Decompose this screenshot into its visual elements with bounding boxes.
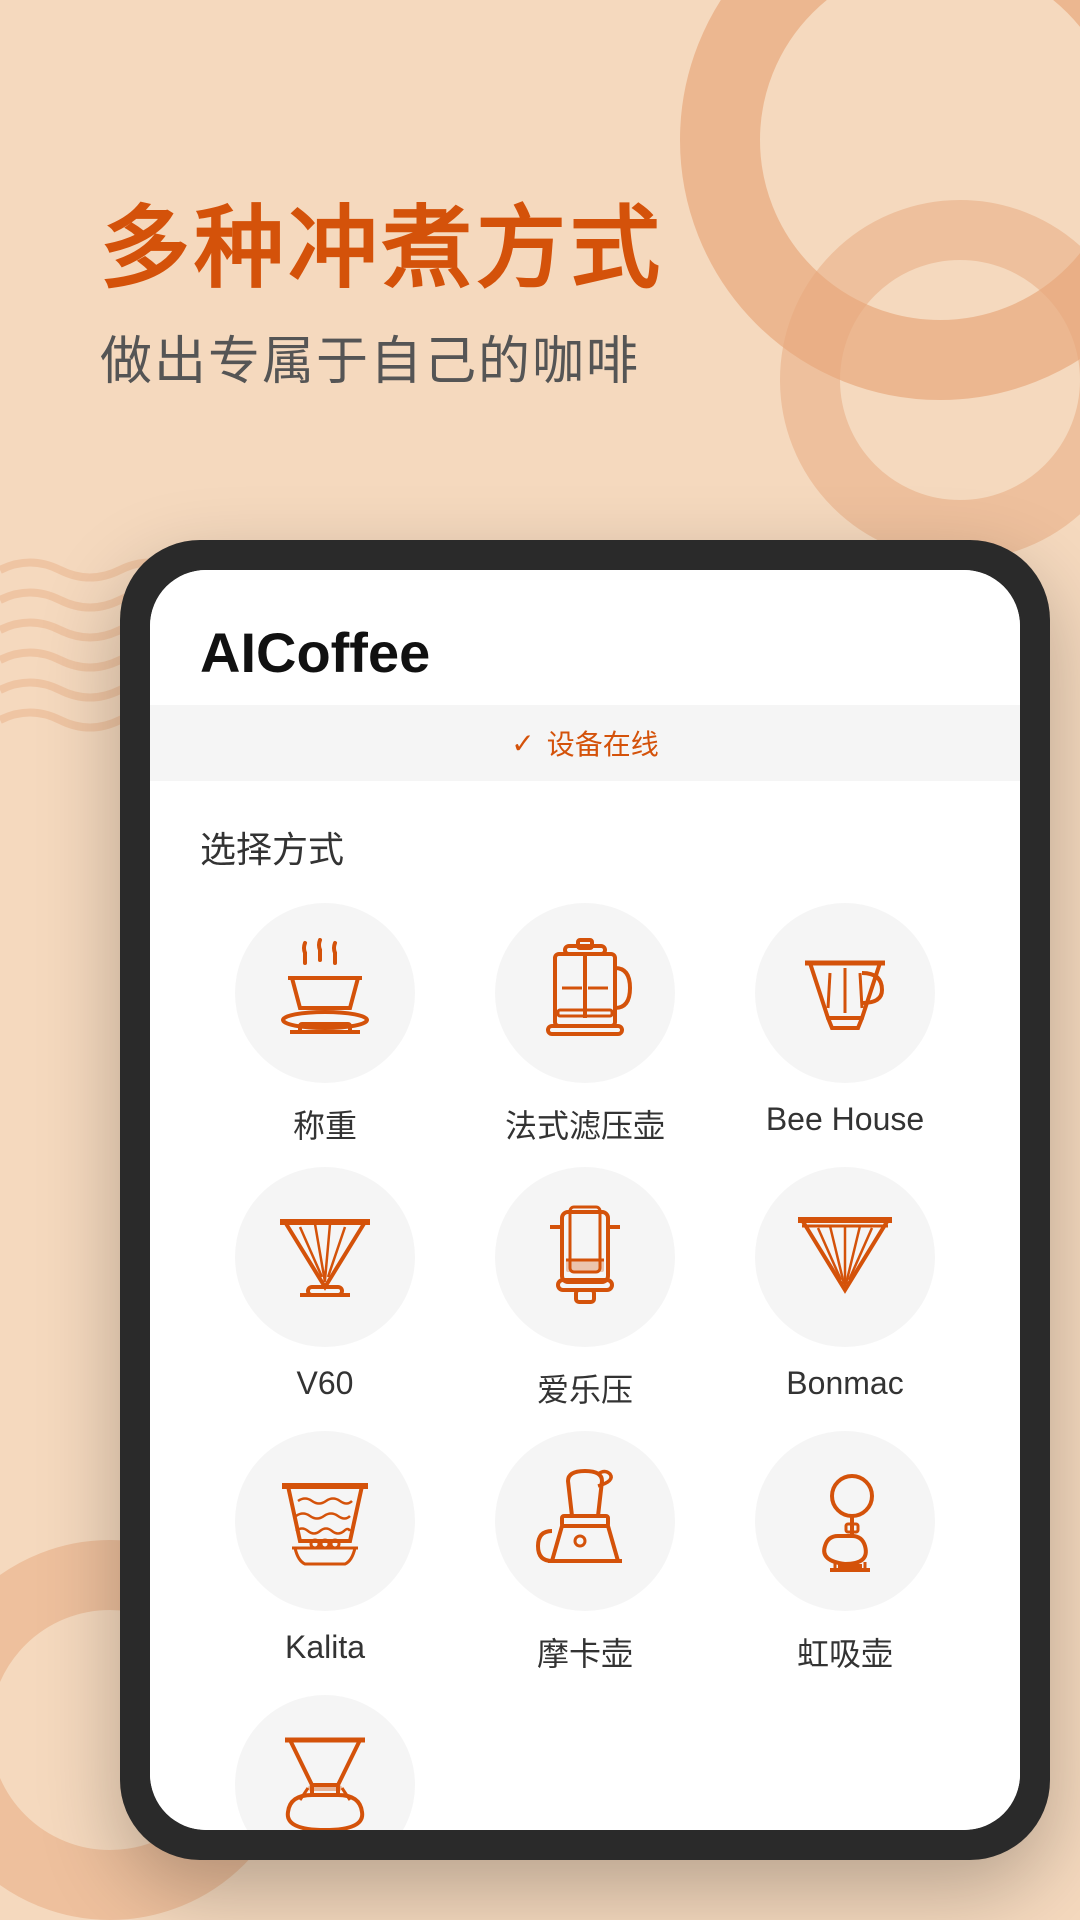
header-section: 多种冲煮方式 做出专属于自己的咖啡 <box>100 200 664 394</box>
method-label-scale: 称重 <box>293 1101 357 1147</box>
method-label-moka-pot: 摩卡壶 <box>537 1629 633 1675</box>
method-icon-syphon <box>755 1431 935 1611</box>
method-label-french-press: 法式滤压壶 <box>505 1101 665 1147</box>
method-label-syphon: 虹吸壶 <box>797 1629 893 1675</box>
method-item-scale[interactable]: 称重 <box>200 903 450 1147</box>
selection-section: 选择方式 <box>150 781 1020 1830</box>
method-icon-scale <box>235 903 415 1083</box>
method-icon-french-press <box>495 903 675 1083</box>
method-label-kalita: Kalita <box>285 1629 365 1666</box>
methods-grid: 称重 <box>200 903 970 1830</box>
status-online-icon: ✓ <box>511 727 534 760</box>
method-item-bee-house[interactable]: Bee House <box>720 903 970 1147</box>
method-icon-bee-house <box>755 903 935 1083</box>
sub-title: 做出专属于自己的咖啡 <box>100 319 664 394</box>
method-item-syphon[interactable]: 虹吸壶 <box>720 1431 970 1675</box>
method-icon-moka-pot <box>495 1431 675 1611</box>
method-label-bee-house: Bee House <box>766 1101 924 1138</box>
section-title: 选择方式 <box>200 821 970 873</box>
method-item-aeropress[interactable]: 爱乐压 <box>460 1167 710 1411</box>
method-item-kalita[interactable]: Kalita <box>200 1431 450 1675</box>
phone-mockup: AICoffee ✓ 设备在线 选择方式 <box>120 540 1050 1860</box>
method-item-v60[interactable]: V60 <box>200 1167 450 1411</box>
method-icon-chemex <box>235 1695 415 1830</box>
method-item-chemex[interactable]: Chemex <box>200 1695 450 1830</box>
method-label-v60: V60 <box>297 1365 354 1402</box>
method-item-bonmac[interactable]: Bonmac <box>720 1167 970 1411</box>
method-icon-kalita <box>235 1431 415 1611</box>
app-header: AICoffee <box>150 570 1020 705</box>
status-bar: ✓ 设备在线 <box>150 705 1020 781</box>
main-title: 多种冲煮方式 <box>100 200 664 299</box>
app-title: AICoffee <box>200 620 970 685</box>
method-label-aeropress: 爱乐压 <box>537 1365 633 1411</box>
status-text: 设备在线 <box>547 723 659 763</box>
method-label-bonmac: Bonmac <box>786 1365 903 1402</box>
phone-screen: AICoffee ✓ 设备在线 选择方式 <box>150 570 1020 1830</box>
method-icon-bonmac <box>755 1167 935 1347</box>
method-icon-aeropress <box>495 1167 675 1347</box>
method-icon-v60 <box>235 1167 415 1347</box>
method-item-moka-pot[interactable]: 摩卡壶 <box>460 1431 710 1675</box>
method-item-french-press[interactable]: 法式滤压壶 <box>460 903 710 1147</box>
